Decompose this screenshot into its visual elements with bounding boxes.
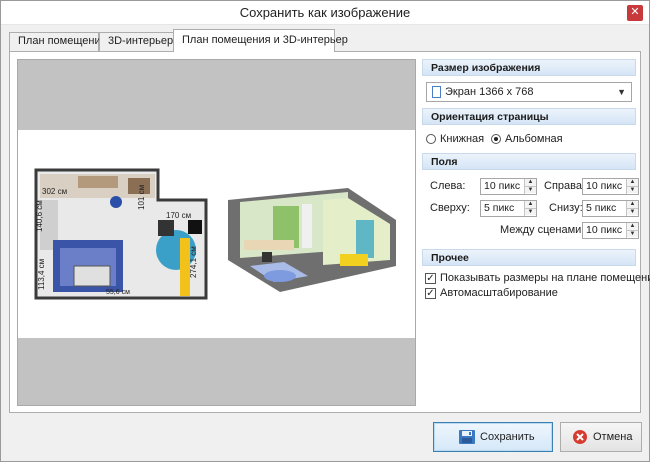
between-scenes-value: 10 пикс [586,224,623,236]
settings-panel: Размер изображения Экран 1366 x 768 ▼ Ор… [422,59,650,310]
cancel-label: Отмена [593,431,633,443]
spin-down-icon[interactable]: ▼ [525,186,536,193]
show-sizes-checkbox[interactable]: ✓ [425,273,436,284]
save-as-image-dialog: Сохранить как изображение ✕ План помещен… [0,0,650,462]
floor-plan: 302 см 140,6 см 101 см 170 см 274,1 см 1… [34,168,208,300]
dim-label: 113,4 см [37,259,46,290]
tab-floor-plan[interactable]: План помещения [9,32,107,51]
landscape-label: Альбомная [505,133,563,145]
landscape-radio[interactable] [491,134,501,144]
section-header-margins: Поля [422,153,636,170]
portrait-radio[interactable] [426,134,436,144]
3d-interior [228,188,396,292]
bottom-margin-value: 5 пикс [586,202,617,214]
spin-up-icon[interactable]: ▲ [627,201,638,208]
left-margin-value: 10 пикс [484,180,521,192]
preview-canvas: 302 см 140,6 см 101 см 170 см 274,1 см 1… [18,130,415,338]
right-margin-label: Справа: [544,180,586,192]
spin-down-icon[interactable]: ▼ [627,208,638,215]
right-margin-value: 10 пикс [586,180,623,192]
spin-up-icon[interactable]: ▲ [525,179,536,186]
close-button[interactable]: ✕ [627,5,643,21]
dim-label: 140,6 см [35,200,44,232]
top-margin-spinner[interactable]: 5 пикс ▲ ▼ [480,200,537,217]
cancel-icon [573,430,587,444]
bottom-margin-spinner[interactable]: 5 пикс ▲ ▼ [582,200,639,217]
save-label: Сохранить [480,431,535,443]
autoscale-checkbox[interactable]: ✓ [425,288,436,299]
top-margin-label: Сверху: [430,202,470,214]
dim-label: 274,1 см [189,246,198,278]
floppy-disk-icon [459,430,475,444]
right-margin-spinner[interactable]: 10 пикс ▲ ▼ [582,178,639,195]
spin-up-icon[interactable]: ▲ [627,223,638,230]
dim-label: 101 см [137,185,146,210]
cancel-button[interactable]: Отмена [560,422,642,452]
tab-3d-interior[interactable]: 3D-интерьер [99,32,175,51]
spin-down-icon[interactable]: ▼ [627,230,638,237]
autoscale-label: Автомасштабирование [440,287,558,299]
tab-plan-and-3d[interactable]: План помещения и 3D-интерьер [173,29,348,52]
left-margin-label: Слева: [430,180,466,192]
dim-label: 170 см [166,211,191,220]
section-header-orientation: Ориентация страницы [422,108,636,125]
window-title: Сохранить как изображение [239,5,411,20]
image-size-dropdown[interactable]: Экран 1366 x 768 ▼ [426,82,632,102]
document-icon [432,86,441,98]
top-margin-value: 5 пикс [484,202,515,214]
portrait-label: Книжная [440,133,485,145]
image-size-value: Экран 1366 x 768 [445,86,534,98]
bottom-margin-label: Снизу: [549,202,583,214]
chevron-down-icon: ▼ [617,87,626,97]
floor-plan-illustration: 302 см 140,6 см 101 см 170 см 274,1 см 1… [34,168,396,300]
spin-up-icon[interactable]: ▲ [627,179,638,186]
spin-up-icon[interactable]: ▲ [525,201,536,208]
title-bar: Сохранить как изображение ✕ [1,1,649,25]
between-scenes-spinner[interactable]: 10 пикс ▲ ▼ [582,222,639,239]
show-sizes-label: Показывать размеры на плане помещения [440,272,650,284]
between-scenes-label: Между сценами: [500,224,585,236]
left-margin-spinner[interactable]: 10 пикс ▲ ▼ [480,178,537,195]
image-preview: 302 см 140,6 см 101 см 170 см 274,1 см 1… [17,59,416,406]
save-button[interactable]: Сохранить [433,422,553,452]
tab-panel: 302 см 140,6 см 101 см 170 см 274,1 см 1… [9,51,650,413]
spin-down-icon[interactable]: ▼ [627,186,638,193]
dim-label: 302 см [42,187,67,196]
spin-down-icon[interactable]: ▼ [525,208,536,215]
section-header-image-size: Размер изображения [422,59,636,76]
dim-label: 55,6 см [106,289,130,296]
